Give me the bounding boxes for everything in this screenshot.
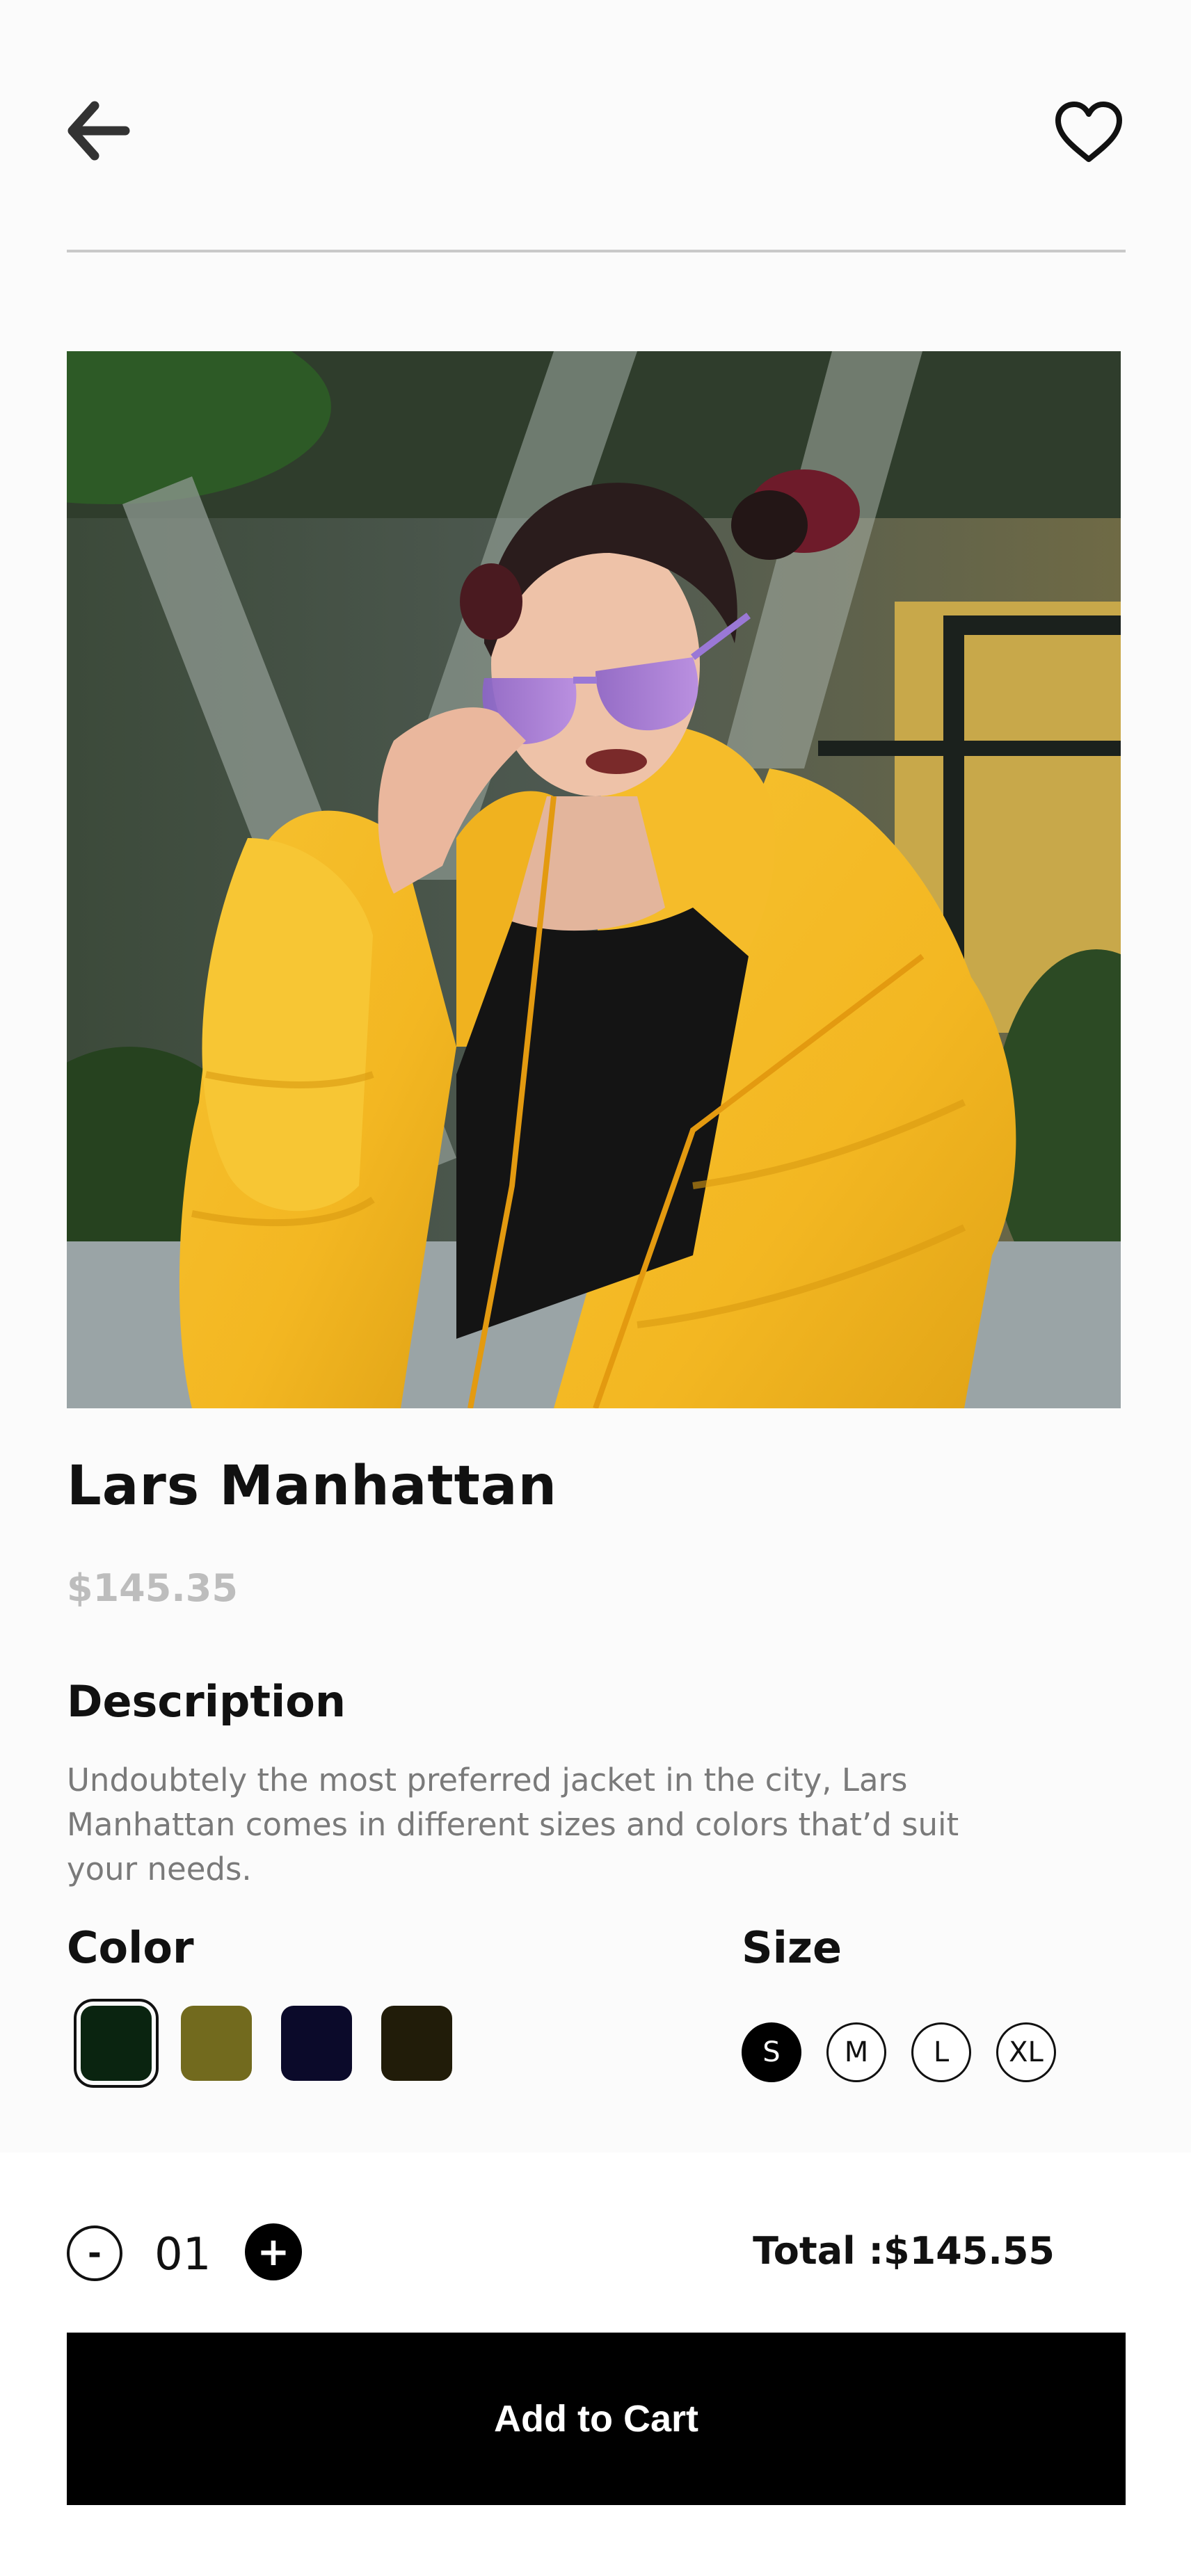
heart-outline-icon: [1055, 102, 1122, 162]
size-option-s[interactable]: S: [742, 2022, 801, 2082]
product-name: Lars Manhattan: [67, 1455, 558, 1518]
description-text: Undoubtely the most preferred jacket in …: [67, 1762, 959, 1887]
quantity-value: 01: [154, 2229, 211, 2280]
color-heading: Color: [67, 1922, 194, 1973]
size-heading: Size: [742, 1922, 842, 1973]
product-detail-page: Lars Manhattan $145.35 Description Undou…: [0, 0, 1191, 2576]
total-price: Total :$145.55: [753, 2229, 1055, 2273]
favorite-button[interactable]: [1050, 97, 1127, 167]
arrow-left-icon: [67, 101, 130, 161]
description-heading: Description: [67, 1676, 346, 1727]
product-price: $145.35: [67, 1566, 238, 1610]
quantity-decrement-button[interactable]: -: [67, 2225, 122, 2281]
product-image: [67, 351, 1121, 1408]
header-divider: [67, 250, 1126, 252]
size-option-l[interactable]: L: [911, 2022, 971, 2082]
size-option-m[interactable]: M: [826, 2022, 886, 2082]
size-option-xl[interactable]: XL: [996, 2022, 1056, 2082]
color-swatch-list: [74, 1999, 452, 2088]
quantity-increment-button[interactable]: +: [245, 2223, 302, 2280]
back-button[interactable]: [63, 96, 132, 166]
add-to-cart-button[interactable]: Add to Cart: [67, 2333, 1126, 2505]
color-swatch-olive[interactable]: [181, 2006, 252, 2081]
color-swatch-navy[interactable]: [281, 2006, 352, 2081]
color-swatch-dark-brown[interactable]: [381, 2006, 452, 2081]
size-option-list: S M L XL: [742, 2022, 1056, 2082]
color-swatch-dark-green[interactable]: [74, 1999, 159, 2088]
